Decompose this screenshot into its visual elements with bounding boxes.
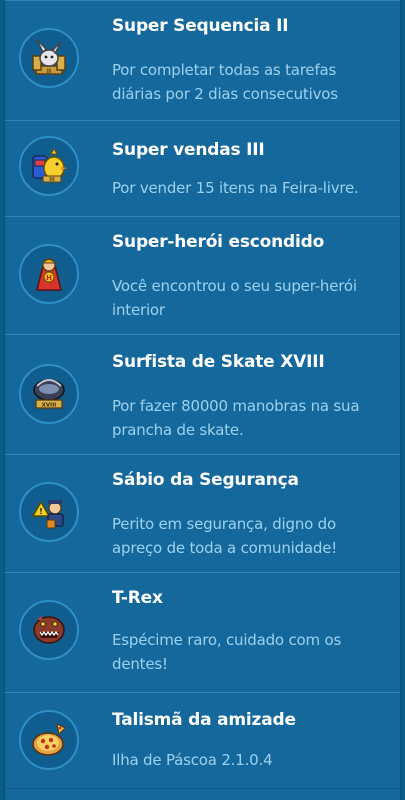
pizza-talisman-icon [19, 710, 79, 770]
svg-text:H: H [46, 274, 52, 282]
badge-title: Sábio da Segurança [112, 470, 299, 490]
badge-title: Super Sequencia II [112, 16, 289, 36]
badge-description: Ilha de Páscoa 2.1.0.4 [112, 751, 273, 769]
badge-item[interactable]: H Super-herói escondido Você encontrou o… [5, 216, 400, 335]
badge-description: Espécime raro, cuidado com os dentes! [112, 631, 342, 673]
badge-item[interactable]: II Super Sequencia II Por completar toda… [5, 0, 400, 121]
badge-item[interactable]: Talismã da amizade Ilha de Páscoa 2.1.0.… [5, 692, 400, 789]
badge-title: Surfista de Skate XVIII [112, 352, 325, 372]
badge-item[interactable]: ! Sábio da Segurança Perito em segurança… [5, 454, 400, 573]
badge-item[interactable]: III Super vendas III Por vender 15 itens… [5, 120, 400, 217]
badge-item[interactable]: XVIII Surfista de Skate XVIII Por fazer … [5, 334, 400, 455]
badge-item[interactable]: T-Rex Espécime raro, cuidado com os dent… [5, 572, 400, 693]
badge-title: Super vendas III [112, 140, 265, 160]
superhero-cape-icon: H [19, 244, 79, 304]
security-warning-icon: ! [19, 482, 79, 542]
svg-text:XVIII: XVIII [42, 403, 57, 409]
badge-list: II Super Sequencia II Por completar toda… [4, 0, 401, 800]
badge-description: Por vender 15 itens na Feira-livre. [112, 179, 359, 197]
badge-description: Perito em segurança, digno do apreço de … [112, 515, 338, 557]
svg-text:II: II [47, 68, 51, 75]
badge-title: T-Rex [112, 588, 163, 608]
badge-title: Talismã da amizade [112, 710, 296, 730]
duck-backpack-icon: III [19, 136, 79, 196]
badge-description: Você encontrou o seu super-herói interio… [112, 277, 357, 319]
badge-description: Por completar todas as tarefas diárias p… [112, 61, 338, 103]
svg-text:III: III [49, 177, 55, 183]
svg-text:!: ! [39, 507, 43, 516]
skateboard-badge-icon: XVIII [19, 364, 79, 424]
badge-description: Por fazer 80000 manobras na sua prancha … [112, 397, 360, 439]
rabbit-trophy-icon: II [19, 28, 79, 88]
t-rex-icon [19, 600, 79, 660]
badge-title: Super-herói escondido [112, 232, 325, 252]
